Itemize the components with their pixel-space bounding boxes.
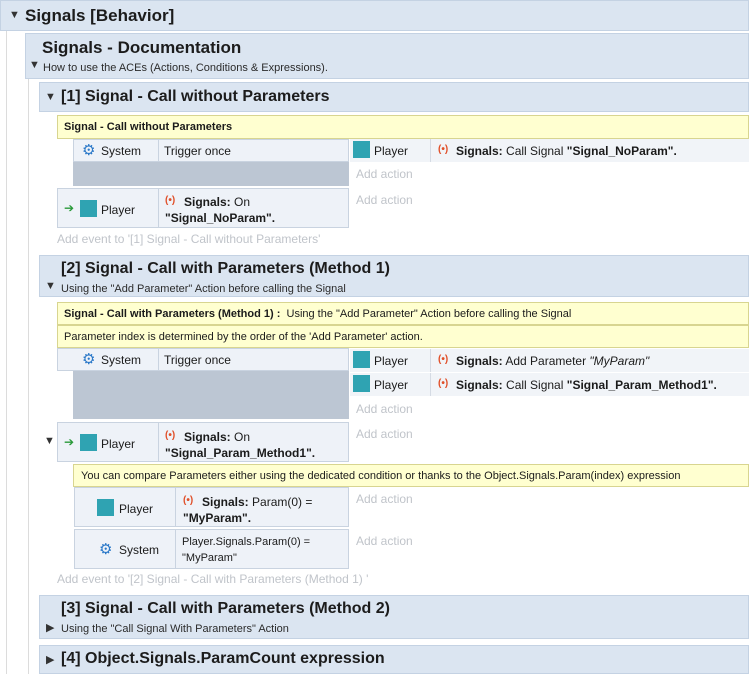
indent-guide: [28, 78, 29, 674]
gear-icon: ⚙: [82, 142, 96, 159]
add-action-link[interactable]: Add action: [356, 427, 413, 441]
doc-group-subtitle: How to use the ACEs (Actions, Conditions…: [43, 62, 328, 74]
trigger-arrow-icon: ➔: [64, 435, 75, 449]
collapse-triangle-icon[interactable]: ▼: [44, 435, 55, 447]
group-2-title: [2] Signal - Call with Parameters (Metho…: [61, 260, 390, 277]
divider: [158, 349, 159, 371]
sub-event-comment[interactable]: You can compare Parameters either using …: [73, 464, 749, 487]
root-group-header[interactable]: ▼ Signals [Behavior]: [0, 0, 749, 31]
condition-text[interactable]: Signals: On: [184, 195, 250, 209]
event-margin: [73, 371, 349, 419]
gear-icon: ⚙: [99, 541, 113, 558]
action-object: Player: [374, 378, 409, 392]
condition-text[interactable]: Trigger once: [164, 353, 231, 367]
add-action-link[interactable]: Add action: [356, 167, 413, 181]
player-icon: [353, 351, 370, 368]
group-2-subtitle: Using the "Add Parameter" Action before …: [61, 283, 346, 295]
comment-text: You can compare Parameters either using …: [81, 470, 681, 482]
signal-icon: (•): [165, 195, 176, 206]
condition-value: "MyParam".: [183, 511, 252, 525]
divider: [175, 530, 176, 569]
signal-icon: (•): [438, 378, 449, 389]
doc-group-header[interactable]: Signals - Documentation ▼ How to use the…: [25, 33, 749, 79]
comment-text: Signal - Call without Parameters: [64, 121, 233, 133]
divider: [430, 373, 431, 396]
event-condition-block[interactable]: ⚙ System Trigger once: [57, 348, 349, 371]
group-2-comment[interactable]: Parameter index is determined by the ord…: [57, 325, 749, 348]
action-row[interactable]: Player (•) Signals: Call Signal "Signal_…: [350, 139, 749, 162]
root-group-title: Signals [Behavior]: [25, 6, 175, 25]
comment-text: Parameter index is determined by the ord…: [64, 331, 423, 343]
action-text: Signals: Call Signal "Signal_Param_Metho…: [456, 378, 717, 392]
action-object: Player: [374, 354, 409, 368]
sub-event-condition-block[interactable]: Player (•) Signals: Param(0) = "MyParam"…: [74, 487, 349, 527]
group-4-header[interactable]: ▶ [4] Object.Signals.ParamCount expressi…: [39, 645, 749, 674]
condition-value: "MyParam": [182, 552, 237, 564]
group-1-comment[interactable]: Signal - Call without Parameters: [57, 115, 749, 139]
gear-icon: ⚙: [82, 351, 96, 368]
player-icon: [80, 434, 97, 451]
condition-object: System: [101, 144, 142, 158]
group-2-comment[interactable]: Signal - Call with Parameters (Method 1)…: [57, 302, 749, 325]
expand-triangle-icon[interactable]: ▼: [45, 280, 56, 292]
divider: [158, 140, 159, 162]
add-action-link[interactable]: Add action: [356, 402, 413, 416]
expand-triangle-icon[interactable]: ▼: [9, 9, 20, 21]
indent-guide: [6, 31, 7, 674]
condition-text[interactable]: Player.Signals.Param(0) =: [182, 536, 310, 548]
doc-group-title: Signals - Documentation: [42, 38, 242, 57]
condition-object: Player: [101, 437, 136, 451]
condition-object: System: [101, 353, 142, 367]
signal-icon: (•): [438, 144, 449, 155]
signal-icon: (•): [183, 495, 194, 506]
signal-icon: (•): [165, 430, 176, 441]
divider: [158, 423, 159, 462]
group-4-title: [4] Object.Signals.ParamCount expression: [61, 650, 385, 667]
signal-icon: (•): [438, 354, 449, 365]
condition-object: System: [119, 543, 160, 557]
player-icon: [353, 141, 370, 158]
player-icon: [80, 200, 97, 217]
condition-text[interactable]: Trigger once: [164, 144, 231, 158]
trigger-arrow-icon: ➔: [64, 201, 75, 215]
condition-value: "Signal_Param_Method1".: [165, 446, 316, 460]
condition-text[interactable]: Signals: On: [184, 430, 250, 444]
player-icon: [353, 375, 370, 392]
condition-text[interactable]: Signals: Param(0) =: [202, 495, 312, 509]
player-icon: [97, 499, 114, 516]
divider: [430, 139, 431, 162]
event-condition-block[interactable]: ➔ Player (•) Signals: On "Signal_Param_M…: [57, 422, 349, 462]
group-1-header[interactable]: ▼ [1] Signal - Call without Parameters: [39, 82, 749, 112]
add-action-link[interactable]: Add action: [356, 534, 413, 548]
expand-triangle-icon[interactable]: ▼: [29, 59, 40, 71]
group-3-header[interactable]: [3] Signal - Call with Parameters (Metho…: [39, 595, 749, 639]
divider: [175, 488, 176, 527]
sub-event-condition-block[interactable]: ⚙ System Player.Signals.Param(0) = "MyPa…: [74, 529, 349, 569]
event-condition-block[interactable]: ➔ Player (•) Signals: On "Signal_NoParam…: [57, 188, 349, 228]
add-event-link[interactable]: Add event to '[2] Signal - Call with Par…: [57, 572, 368, 586]
event-margin: [73, 162, 349, 186]
divider: [430, 349, 431, 372]
add-event-link[interactable]: Add event to '[1] Signal - Call without …: [57, 232, 320, 246]
add-action-link[interactable]: Add action: [356, 492, 413, 506]
group-2-header[interactable]: [2] Signal - Call with Parameters (Metho…: [39, 255, 749, 297]
expand-triangle-icon[interactable]: ▼: [45, 91, 56, 103]
group-3-subtitle: Using the "Call Signal With Parameters" …: [61, 623, 289, 635]
divider: [158, 189, 159, 228]
action-row[interactable]: Player (•) Signals: Call Signal "Signal_…: [350, 373, 749, 396]
expand-triangle-icon[interactable]: ▶: [46, 653, 54, 666]
comment-text: Signal - Call with Parameters (Method 1)…: [64, 308, 572, 320]
group-1-title: [1] Signal - Call without Parameters: [61, 88, 330, 105]
event-condition-block[interactable]: ⚙ System Trigger once: [73, 139, 349, 162]
condition-object: Player: [119, 502, 154, 516]
action-object: Player: [374, 144, 409, 158]
add-action-link[interactable]: Add action: [356, 193, 413, 207]
group-3-title: [3] Signal - Call with Parameters (Metho…: [61, 600, 390, 617]
expand-triangle-icon[interactable]: ▶: [46, 621, 54, 634]
action-text: Signals: Add Parameter "MyParam": [456, 354, 650, 368]
action-row[interactable]: Player (•) Signals: Add Parameter "MyPar…: [350, 349, 749, 372]
condition-object: Player: [101, 203, 136, 217]
action-text: Signals: Call Signal "Signal_NoParam".: [456, 144, 677, 158]
condition-value: "Signal_NoParam".: [165, 211, 276, 225]
